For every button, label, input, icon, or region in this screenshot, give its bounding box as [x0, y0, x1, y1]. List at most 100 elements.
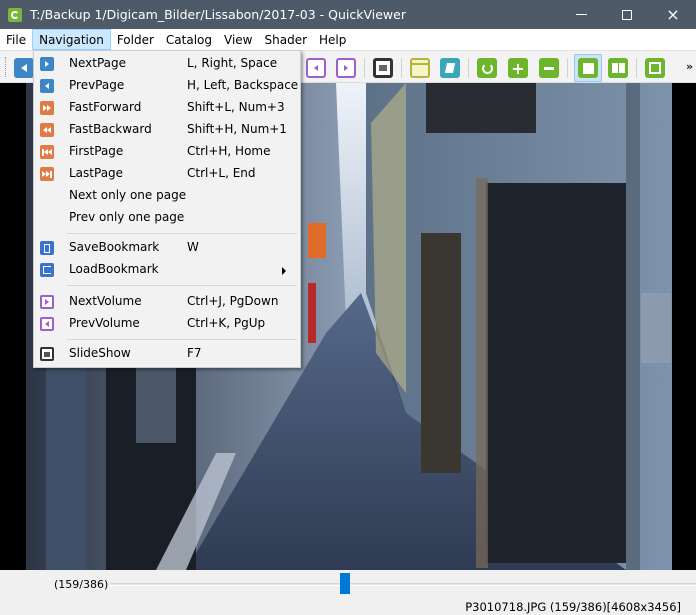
menu-item-slideshow[interactable]: SlideShow F7 — [34, 343, 300, 365]
fast-forward-icon — [40, 101, 54, 115]
navigation-menu: NextPage L, Right, Space PrevPage H, Lef… — [33, 50, 301, 368]
menu-item-label: LastPage — [69, 166, 124, 180]
menu-item-label: PrevPage — [69, 78, 125, 92]
menu-item-fast-backward[interactable]: FastBackward Shift+H, Num+1 — [34, 119, 300, 141]
menu-item-last-page[interactable]: LastPage Ctrl+L, End — [34, 163, 300, 185]
toolbar-prev-volume-button[interactable] — [304, 56, 328, 80]
menu-separator — [67, 233, 297, 234]
minimize-icon — [575, 14, 587, 15]
page-slider-thumb[interactable] — [340, 573, 351, 594]
prev-page-icon — [40, 79, 54, 93]
title-bar: T:/Backup 1/Digicam_Bilder/Lissabon/2017… — [0, 0, 696, 29]
dual-page-icon — [608, 58, 628, 78]
rotate-icon — [477, 58, 497, 78]
window-title: T:/Backup 1/Digicam_Bilder/Lissabon/2017… — [30, 7, 406, 22]
toolbar-rotate-button[interactable] — [475, 56, 499, 80]
slideshow-icon — [40, 347, 54, 361]
menu-item-label: PrevVolume — [69, 316, 140, 330]
menu-view[interactable]: View — [218, 29, 258, 50]
minimize-button[interactable] — [558, 0, 604, 29]
catalog-icon — [440, 58, 460, 78]
window-controls: × — [558, 0, 696, 29]
prev-volume-icon — [40, 317, 54, 331]
menu-help[interactable]: Help — [313, 29, 352, 50]
load-bookmark-icon — [40, 263, 54, 277]
menu-item-next-volume[interactable]: NextVolume Ctrl+J, PgDown — [34, 291, 300, 313]
menu-catalog[interactable]: Catalog — [160, 29, 218, 50]
menu-item-prev-page[interactable]: PrevPage H, Left, Backspace — [34, 75, 300, 97]
menu-item-shortcut: Shift+H, Num+1 — [187, 122, 287, 136]
toolbar-dual-page-button[interactable] — [606, 56, 630, 80]
menu-item-shortcut: Shift+L, Num+3 — [187, 100, 285, 114]
save-bookmark-icon — [40, 241, 54, 255]
fullscreen-icon — [645, 58, 665, 78]
toolbar-separator — [401, 58, 402, 78]
menu-item-next-page[interactable]: NextPage L, Right, Space — [34, 53, 300, 75]
page-counter-label: (159/386) — [54, 578, 109, 591]
open-folder-icon — [410, 58, 430, 78]
submenu-arrow-icon — [282, 267, 286, 275]
menu-item-load-bookmark[interactable]: LoadBookmark — [34, 259, 300, 281]
app-logo-icon — [8, 7, 22, 22]
menu-item-fast-forward[interactable]: FastForward Shift+L, Num+3 — [34, 97, 300, 119]
toolbar-separator — [636, 58, 637, 78]
toolbar-next-volume-button[interactable] — [334, 56, 358, 80]
menu-item-save-bookmark[interactable]: SaveBookmark W — [34, 237, 300, 259]
menu-item-first-page[interactable]: FirstPage Ctrl+H, Home — [34, 141, 300, 163]
menu-shader[interactable]: Shader — [259, 29, 314, 50]
page-seekbar: (159/386) — [0, 570, 696, 598]
toolbar-zoom-in-button[interactable]: + — [506, 56, 530, 80]
menu-file[interactable]: File — [0, 29, 32, 50]
toolbar-fullscreen-button[interactable] — [643, 56, 667, 80]
menu-item-label: LoadBookmark — [69, 262, 159, 276]
menu-item-next-only-one-page[interactable]: Next only one page — [34, 185, 300, 207]
status-bar: P3010718.JPG (159/386)[4608x3456] — [0, 598, 696, 615]
page-slider-track[interactable] — [110, 583, 696, 586]
menu-separator — [67, 339, 297, 340]
prev-page-icon — [14, 58, 34, 78]
toolbar-zoom-out-button[interactable] — [537, 56, 561, 80]
menu-item-label: Next only one page — [69, 188, 187, 202]
toolbar-catalog-button[interactable] — [438, 56, 462, 80]
menu-item-label: NextVolume — [69, 294, 142, 308]
menu-folder[interactable]: Folder — [111, 29, 160, 50]
menu-item-label: FastBackward — [69, 122, 152, 136]
menu-item-label: Prev only one page — [69, 210, 185, 224]
menu-item-label: SaveBookmark — [69, 240, 160, 254]
maximize-button[interactable] — [604, 0, 650, 29]
toolbar-separator — [468, 58, 469, 78]
menu-item-label: FirstPage — [69, 144, 124, 158]
last-page-icon — [40, 167, 54, 181]
menu-item-prev-volume[interactable]: PrevVolume Ctrl+K, PgUp — [34, 313, 300, 335]
slideshow-icon — [373, 58, 393, 78]
toolbar-open-folder-button[interactable] — [408, 56, 432, 80]
menu-item-prev-only-one-page[interactable]: Prev only one page — [34, 207, 300, 229]
menu-item-shortcut: Ctrl+L, End — [187, 166, 256, 180]
toolbar-slideshow-button[interactable] — [371, 56, 395, 80]
quickviewer-window: T:/Backup 1/Digicam_Bilder/Lissabon/2017… — [0, 0, 696, 615]
menu-item-shortcut: Ctrl+K, PgUp — [187, 316, 266, 330]
menu-item-shortcut: Ctrl+J, PgDown — [187, 294, 279, 308]
toolbar-single-page-button[interactable] — [574, 54, 602, 82]
menu-item-label: NextPage — [69, 56, 127, 70]
toolbar-overflow-button[interactable]: » — [686, 60, 693, 73]
menu-item-shortcut: H, Left, Backspace — [187, 78, 299, 92]
toolbar-grip[interactable] — [5, 57, 7, 77]
next-page-icon — [40, 57, 54, 71]
menu-navigation[interactable]: Navigation — [32, 29, 111, 50]
menu-bar: File Navigation Folder Catalog View Shad… — [0, 29, 696, 50]
next-volume-icon — [40, 295, 54, 309]
menu-item-shortcut: F7 — [187, 346, 202, 360]
menu-item-label: FastForward — [69, 100, 142, 114]
menu-separator — [67, 285, 297, 286]
next-volume-icon — [336, 58, 356, 78]
status-file-info: P3010718.JPG (159/386)[4608x3456] — [465, 600, 681, 614]
close-icon: × — [666, 4, 680, 24]
menu-item-shortcut: W — [187, 240, 199, 254]
zoom-out-icon — [539, 58, 559, 78]
close-button[interactable]: × — [650, 0, 696, 29]
maximize-icon — [622, 9, 632, 20]
menu-item-shortcut: L, Right, Space — [187, 56, 278, 70]
prev-volume-icon — [306, 58, 326, 78]
menu-item-shortcut: Ctrl+H, Home — [187, 144, 271, 158]
